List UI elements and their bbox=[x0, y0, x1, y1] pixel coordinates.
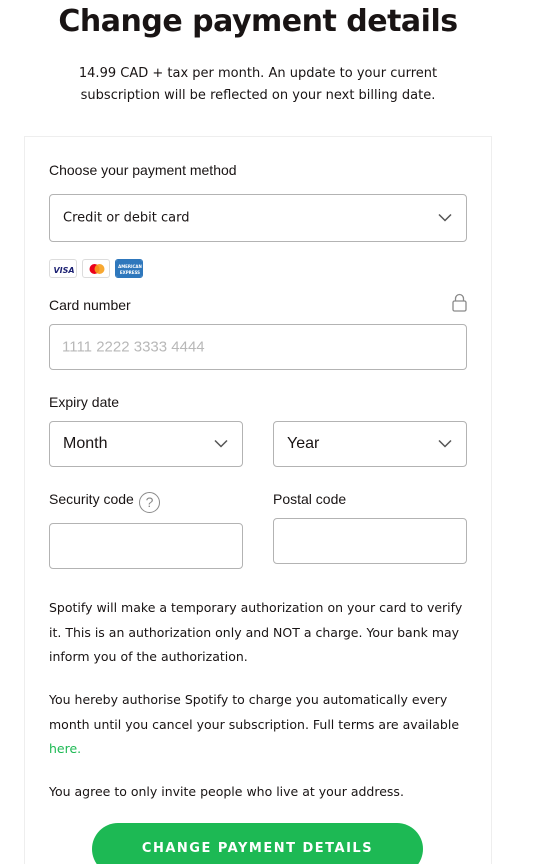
payment-method-label: Choose your payment method bbox=[49, 162, 237, 178]
change-payment-details-button[interactable]: CHANGE PAYMENT DETAILS bbox=[92, 823, 423, 864]
amex-logo-icon: AMERICAN EXPRESS bbox=[115, 259, 143, 278]
expiry-month-select[interactable]: Month bbox=[49, 421, 243, 467]
visa-logo-icon: VISA bbox=[49, 259, 77, 278]
payment-method-value: Credit or debit card bbox=[63, 210, 190, 226]
expiry-month-value: Month bbox=[63, 435, 108, 452]
postal-code-label: Postal code bbox=[273, 491, 347, 507]
lock-icon bbox=[452, 293, 467, 312]
expiry-year-select[interactable]: Year bbox=[273, 421, 467, 467]
terms-link[interactable]: here. bbox=[49, 741, 81, 756]
page-title: Change payment details bbox=[58, 4, 458, 39]
svg-text:EXPRESS: EXPRESS bbox=[120, 270, 140, 275]
help-icon[interactable]: ? bbox=[139, 492, 160, 513]
authorise-notice: You hereby authorise Spotify to charge y… bbox=[49, 688, 469, 762]
payment-method-select[interactable]: Credit or debit card bbox=[49, 194, 467, 242]
card-number-placeholder: 1111 2222 3333 4444 bbox=[62, 338, 205, 356]
expiry-date-label: Expiry date bbox=[49, 394, 120, 410]
chevron-down-icon bbox=[214, 439, 228, 448]
expiry-year-value: Year bbox=[287, 435, 320, 452]
card-number-label: Card number bbox=[49, 297, 131, 313]
card-number-input[interactable]: 1111 2222 3333 4444 bbox=[49, 324, 467, 370]
postal-code-input[interactable] bbox=[273, 518, 467, 564]
chevron-down-icon bbox=[438, 439, 452, 448]
chevron-down-icon bbox=[438, 213, 452, 222]
mastercard-logo-icon bbox=[82, 259, 110, 278]
security-code-input[interactable] bbox=[49, 523, 243, 569]
security-code-label: Security code bbox=[49, 491, 134, 507]
svg-text:AMERICAN: AMERICAN bbox=[118, 264, 142, 269]
invite-notice: You agree to only invite people who live… bbox=[49, 784, 404, 799]
visa-logo-text: VISA bbox=[53, 266, 74, 275]
plan-subtitle: 14.99 CAD + tax per month. An update to … bbox=[78, 66, 438, 103]
authorization-notice: Spotify will make a temporary authorizat… bbox=[49, 600, 463, 664]
authorise-notice-text: You hereby authorise Spotify to charge y… bbox=[49, 692, 460, 732]
